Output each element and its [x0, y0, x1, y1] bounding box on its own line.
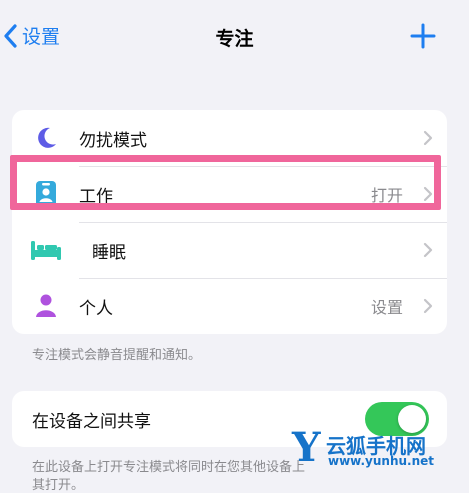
share-footnote-line2: 其打开。: [32, 478, 85, 493]
share-label: 在设备之间共享: [32, 411, 151, 432]
watermark-letter: Y: [292, 424, 321, 471]
watermark-url: www.yunhu.net: [328, 454, 435, 468]
focus-row-label: 勿扰模式: [79, 130, 147, 151]
chevron-right-icon: [423, 130, 433, 146]
focus-row-work[interactable]: 工作 打开: [12, 166, 447, 222]
focus-row-do-not-disturb[interactable]: 勿扰模式: [12, 110, 447, 166]
bed-icon: [30, 236, 62, 264]
add-focus-button[interactable]: [409, 22, 437, 54]
chevron-right-icon: [423, 242, 433, 258]
chevron-right-icon: [423, 298, 433, 314]
moon-icon: [32, 124, 60, 152]
focus-row-status: 打开: [370, 186, 403, 205]
navigation-bar: 设置 专注: [0, 0, 469, 80]
focus-footnote: 专注模式会静音提醒和通知。: [32, 348, 202, 363]
focus-row-label: 个人: [79, 298, 113, 319]
page-title: 专注: [215, 28, 254, 50]
person-icon: [32, 292, 60, 320]
focus-modes-list: 勿扰模式 工作 打开 睡眠 个人 设置: [12, 110, 447, 334]
focus-row-label: 睡眠: [92, 242, 126, 263]
share-footnote-line1: 在此设备上打开专注模式将同时在您其他设备上: [32, 460, 306, 475]
toggle-knob: [398, 405, 426, 433]
focus-row-status: 设置: [370, 298, 403, 317]
chevron-right-icon: [423, 186, 433, 202]
focus-row-personal[interactable]: 个人 设置: [12, 278, 447, 334]
plus-icon: [410, 23, 436, 49]
id-badge-icon: [32, 180, 60, 208]
focus-row-label: 工作: [79, 186, 113, 207]
focus-row-sleep[interactable]: 睡眠: [12, 222, 447, 278]
